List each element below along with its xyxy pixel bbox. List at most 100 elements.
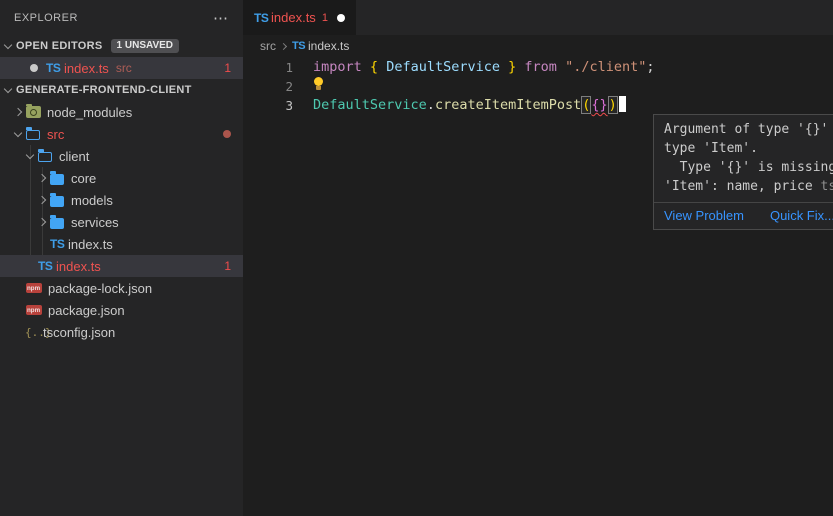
tree-item-client[interactable]: client: [0, 145, 243, 167]
typescript-icon: TS: [46, 61, 64, 75]
tab-error-count: 1: [322, 12, 328, 24]
problems-count-badge: 1: [224, 61, 231, 75]
open-folder-icon: [38, 152, 52, 162]
chevron-down-icon[interactable]: [22, 148, 38, 164]
tab-index-ts[interactable]: TS index.ts 1: [243, 0, 356, 35]
error-message-line: Type '{}' is missing the following prope…: [664, 158, 833, 177]
tree-item-label: index.ts: [68, 237, 113, 252]
editor-area: TS index.ts 1 src TS index.ts 1 import {…: [243, 0, 833, 516]
typescript-icon: TS: [254, 11, 271, 25]
npm-icon: npm: [26, 305, 42, 315]
npm-icon-glyph: npm: [27, 307, 40, 314]
open-editor-file-path: src: [116, 61, 132, 75]
view-problem-link[interactable]: View Problem: [664, 208, 744, 223]
explorer-sidebar: EXPLORER ⋯ OPEN EDITORS 1 UNSAVED TS ind…: [0, 0, 243, 516]
chevron-right-icon: [276, 39, 290, 53]
token-matched-bracket: ): [608, 96, 618, 114]
breadcrumb-folder[interactable]: src: [260, 39, 276, 53]
tree-item-package-lock-json[interactable]: npm package-lock.json: [0, 277, 243, 299]
unsaved-badge: 1 UNSAVED: [111, 39, 180, 53]
code-line-2[interactable]: 2: [243, 77, 833, 96]
quick-fix-link[interactable]: Quick Fix... (Ctrl+.): [770, 208, 833, 223]
project-name-label: GENERATE-FRONTEND-CLIENT: [16, 84, 192, 96]
error-message-line: Argument of type '{}' is not assignable …: [664, 120, 833, 139]
lightbulb-icon[interactable]: [314, 77, 324, 90]
chevron-right-icon[interactable]: [34, 170, 50, 186]
chevron-down-icon[interactable]: [0, 82, 16, 98]
token-punctuation: .: [427, 97, 435, 113]
line-number: 3: [243, 96, 293, 115]
tree-item-node-modules[interactable]: node_modules: [0, 101, 243, 123]
error-tooltip: Argument of type '{}' is not assignable …: [653, 114, 833, 230]
code-line-1[interactable]: 1 import { DefaultService } from "./clie…: [243, 58, 833, 77]
error-tooltip-message: Argument of type '{}' is not assignable …: [654, 115, 833, 202]
typescript-icon: TS: [292, 40, 308, 52]
tree-item-client-index-ts[interactable]: TS index.ts: [0, 233, 243, 255]
tree-item-label: index.ts: [56, 259, 101, 274]
line-number: 2: [243, 77, 293, 96]
token-error-argument: {}: [591, 97, 607, 113]
tree-item-label: models: [71, 193, 113, 208]
token-identifier: DefaultService: [386, 59, 500, 75]
code-text: DefaultService.createItemItemPost({}): [293, 96, 626, 115]
unsaved-dot-icon[interactable]: [337, 14, 345, 22]
text-cursor: [619, 96, 626, 112]
line-number: 1: [243, 58, 293, 77]
chevron-down-icon[interactable]: [10, 126, 26, 142]
tree-item-src-index-ts[interactable]: TS index.ts 1: [0, 255, 243, 277]
error-tooltip-actions: View Problem Quick Fix... (Ctrl+.): [654, 202, 833, 229]
tree-item-package-json[interactable]: npm package.json: [0, 299, 243, 321]
token-string: "./client": [565, 59, 646, 75]
modified-dot-icon: [30, 64, 38, 72]
tree-item-src[interactable]: src: [0, 123, 243, 145]
tree-item-core[interactable]: core: [0, 167, 243, 189]
tree-item-models[interactable]: models: [0, 189, 243, 211]
npm-icon: npm: [26, 283, 42, 293]
token-function: createItemItemPost: [435, 97, 581, 113]
token-keyword: import: [313, 59, 362, 75]
tree-item-label: core: [71, 171, 96, 186]
tree-item-label: package.json: [48, 303, 125, 318]
open-editors-header[interactable]: OPEN EDITORS 1 UNSAVED: [0, 35, 243, 57]
code-line-3[interactable]: 3 DefaultService.createItemItemPost({}): [243, 96, 833, 115]
token-punctuation: ;: [646, 59, 654, 75]
problems-count-badge: 1: [224, 259, 231, 273]
tree-item-services[interactable]: services: [0, 211, 243, 233]
chevron-right-icon[interactable]: [34, 192, 50, 208]
open-editors-label: OPEN EDITORS: [16, 40, 103, 52]
typescript-icon: TS: [38, 259, 56, 273]
tab-bar: TS index.ts 1: [243, 0, 833, 35]
folder-icon: [50, 218, 64, 229]
token-keyword: from: [524, 59, 557, 75]
code-editor[interactable]: 1 import { DefaultService } from "./clie…: [243, 58, 833, 115]
error-dot-icon: [223, 130, 231, 138]
code-text: import { DefaultService } from "./client…: [293, 58, 655, 77]
error-code: ts(2345): [821, 179, 833, 194]
chevron-right-icon[interactable]: [10, 104, 26, 120]
tree-item-label: src: [47, 127, 64, 142]
chevron-right-icon[interactable]: [34, 214, 50, 230]
breadcrumb-file[interactable]: index.ts: [308, 39, 349, 53]
node-modules-folder-icon: [26, 106, 41, 118]
file-tree: node_modules src client core models se: [0, 101, 243, 343]
npm-icon-glyph: npm: [27, 285, 40, 292]
tree-item-label: node_modules: [47, 105, 132, 120]
more-actions-icon[interactable]: ⋯: [213, 9, 229, 27]
breadcrumb: src TS index.ts: [243, 35, 833, 57]
tree-item-label: client: [59, 149, 89, 164]
open-editor-item-index-ts[interactable]: TS index.ts src 1: [0, 57, 243, 79]
code-text: [293, 77, 324, 96]
typescript-icon: TS: [50, 237, 68, 251]
tree-item-label: package-lock.json: [48, 281, 152, 296]
token-brace: {: [370, 59, 378, 75]
project-section-header[interactable]: GENERATE-FRONTEND-CLIENT: [0, 79, 243, 101]
tree-item-tsconfig-json[interactable]: {..} tsconfig.json: [0, 321, 243, 343]
chevron-down-icon[interactable]: [0, 38, 16, 54]
json-config-icon: {..}: [25, 326, 43, 339]
explorer-title: EXPLORER: [14, 12, 78, 24]
folder-icon: [50, 174, 64, 185]
sidebar-header: EXPLORER ⋯: [0, 0, 243, 35]
error-message-text: 'Item': name, price: [664, 179, 821, 194]
token-matched-bracket: (: [581, 96, 591, 114]
tab-file-name: index.ts: [271, 10, 316, 25]
